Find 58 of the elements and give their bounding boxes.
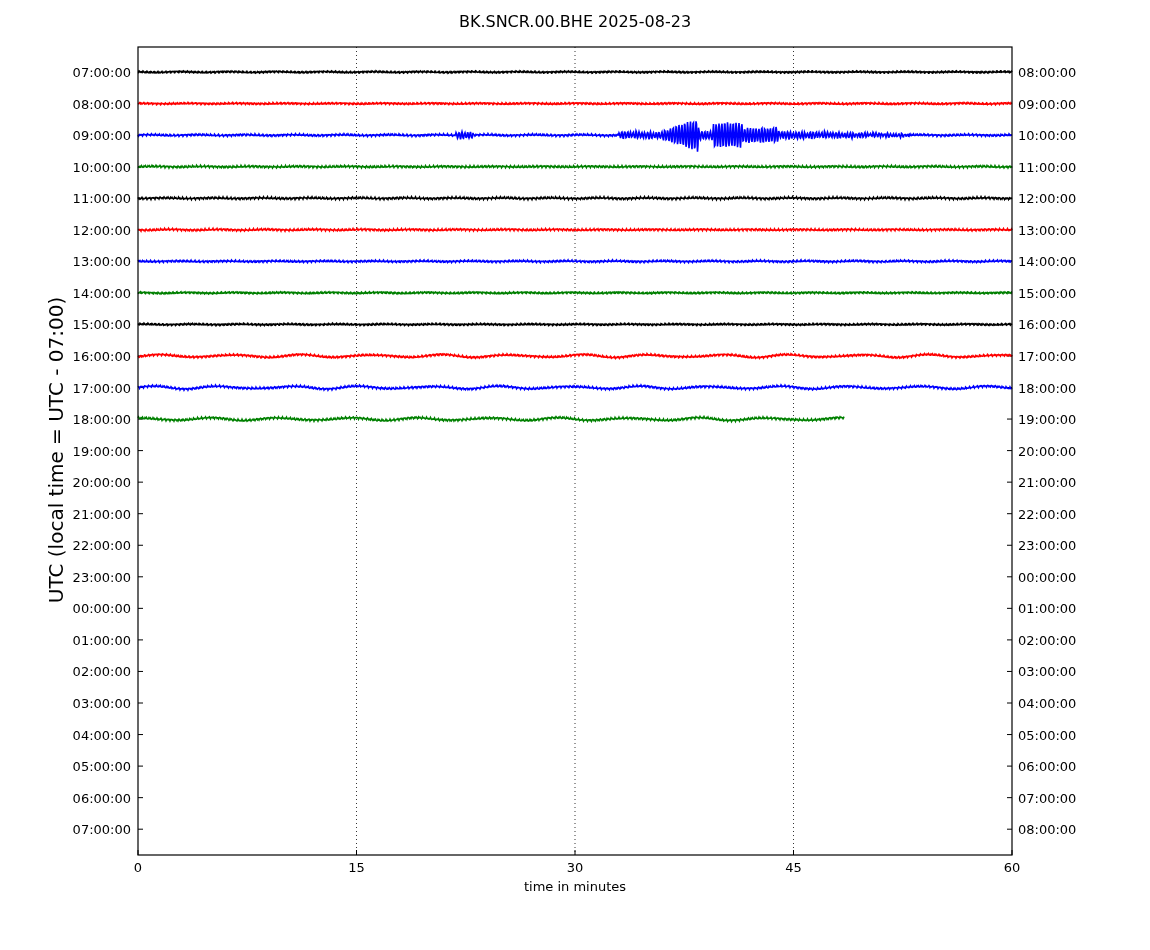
y-tick-label: 20:00:00 bbox=[72, 475, 131, 491]
y-tick-label: 20:00:00 bbox=[1018, 443, 1077, 459]
y-tick-label: 22:00:00 bbox=[1018, 506, 1077, 522]
y-tick-label: 09:00:00 bbox=[1018, 96, 1077, 112]
y-tick-label: 06:00:00 bbox=[1018, 759, 1077, 775]
y-tick-label: 11:00:00 bbox=[1018, 159, 1077, 175]
y-tick-label: 18:00:00 bbox=[1018, 380, 1077, 396]
y-tick-label: 17:00:00 bbox=[1018, 348, 1077, 364]
y-tick-label: 12:00:00 bbox=[1018, 191, 1077, 207]
y-tick-label: 02:00:00 bbox=[72, 664, 131, 680]
x-tick-label: 15 bbox=[348, 860, 365, 875]
y-axis-label: UTC (local time = UTC - 07:00) bbox=[44, 296, 68, 604]
y-tick-label: 03:00:00 bbox=[72, 696, 131, 711]
y-tick-label: 18:00:00 bbox=[72, 412, 131, 428]
y-tick-label: 11:00:00 bbox=[72, 191, 131, 207]
y-tick-label: 00:00:00 bbox=[1018, 569, 1077, 585]
y-tick-label: 08:00:00 bbox=[1018, 65, 1077, 80]
y-tick-label: 12:00:00 bbox=[72, 222, 131, 238]
x-tick-label: 60 bbox=[1003, 860, 1021, 875]
y-tick-label: 05:00:00 bbox=[1018, 727, 1077, 743]
y-tick-label: 22:00:00 bbox=[72, 538, 131, 554]
y-tick-label: 16:00:00 bbox=[72, 348, 131, 364]
x-tick-label: 30 bbox=[566, 860, 584, 875]
y-tick-label: 04:00:00 bbox=[72, 727, 131, 743]
y-tick-label: 10:00:00 bbox=[72, 159, 131, 175]
y-tick-label: 23:00:00 bbox=[72, 569, 131, 585]
y-tick-label: 03:00:00 bbox=[1018, 664, 1077, 680]
y-tick-label: 08:00:00 bbox=[1018, 822, 1077, 838]
y-tick-label: 21:00:00 bbox=[1018, 475, 1077, 491]
y-tick-label: 08:00:00 bbox=[72, 96, 131, 112]
y-tick-label: 07:00:00 bbox=[72, 822, 131, 838]
y-tick-label: 15:00:00 bbox=[1018, 285, 1077, 301]
y-tick-label: 15:00:00 bbox=[72, 317, 131, 333]
x-axis-label: time in minutes bbox=[523, 879, 627, 894]
x-tick-label: 0 bbox=[133, 860, 143, 875]
y-tick-label: 01:00:00 bbox=[72, 632, 131, 648]
y-tick-label: 14:00:00 bbox=[72, 285, 131, 301]
x-tick-label: 45 bbox=[785, 860, 802, 875]
y-tick-label: 07:00:00 bbox=[72, 65, 131, 80]
y-tick-label: 04:00:00 bbox=[1018, 696, 1077, 711]
y-tick-label: 13:00:00 bbox=[1018, 222, 1077, 238]
y-tick-label: 14:00:00 bbox=[1018, 254, 1077, 270]
y-tick-label: 01:00:00 bbox=[1018, 601, 1077, 617]
y-tick-label: 07:00:00 bbox=[1018, 790, 1077, 806]
y-tick-label: 00:00:00 bbox=[72, 601, 131, 617]
y-tick-label: 05:00:00 bbox=[72, 759, 131, 775]
chart-title: BK.SNCR.00.BHE 2025-08-23 bbox=[458, 12, 692, 31]
y-tick-label: 23:00:00 bbox=[1018, 538, 1077, 554]
y-tick-label: 09:00:00 bbox=[72, 128, 131, 144]
y-tick-label: 02:00:00 bbox=[1018, 632, 1077, 648]
y-tick-label: 19:00:00 bbox=[1018, 412, 1077, 428]
y-tick-label: 06:00:00 bbox=[72, 790, 131, 806]
y-tick-label: 21:00:00 bbox=[72, 506, 131, 522]
y-tick-label: 16:00:00 bbox=[1018, 317, 1077, 333]
y-tick-label: 17:00:00 bbox=[72, 380, 131, 396]
y-tick-label: 13:00:00 bbox=[72, 254, 131, 270]
y-tick-label: 10:00:00 bbox=[1018, 128, 1077, 144]
y-tick-label: 19:00:00 bbox=[72, 443, 131, 459]
